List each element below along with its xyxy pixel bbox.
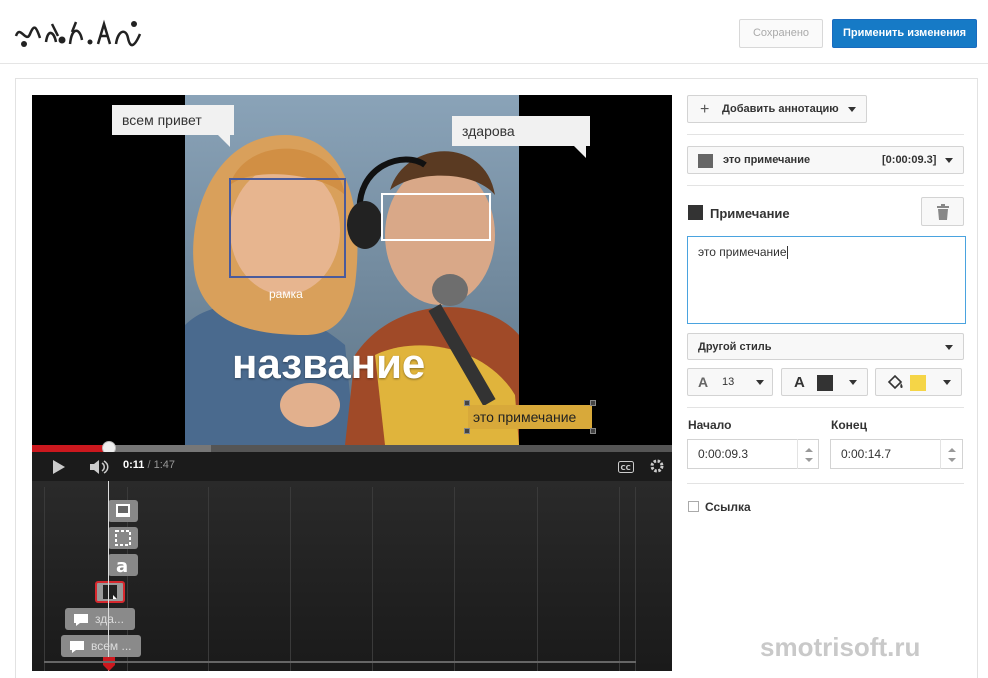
timeline-chip-label: всем ...: [91, 639, 132, 653]
style-select[interactable]: Другой стиль: [687, 333, 964, 360]
timeline-gridline: [635, 487, 636, 671]
note-annotation-icon[interactable]: [95, 581, 125, 603]
top-bar: Сохранено Применить изменения: [0, 0, 988, 64]
apply-changes-button[interactable]: Применить изменения: [832, 19, 977, 48]
timeline-gridline: [372, 487, 373, 671]
chevron-down-icon: [849, 380, 857, 385]
video-player[interactable]: всем привет здарова рамка название это п…: [32, 95, 672, 481]
gear-icon[interactable]: [649, 458, 665, 474]
annotation-select[interactable]: это примечание [0:00:09.3]: [687, 146, 964, 174]
progress-played: [32, 445, 109, 452]
trash-icon: [937, 204, 949, 220]
speech-bubble-icon: [74, 614, 88, 626]
font-size-icon: A: [698, 374, 709, 390]
timeline-gridline: [208, 487, 209, 671]
link-checkbox[interactable]: [688, 501, 699, 512]
end-time-label: Конец: [831, 418, 867, 432]
end-time-value: 0:00:14.7: [841, 447, 892, 461]
note-text-input[interactable]: это примечание: [687, 236, 966, 324]
add-annotation-button[interactable]: + Добавить аннотацию: [687, 95, 867, 123]
timeline-gridline: [619, 487, 620, 671]
svg-text:CC: CC: [621, 464, 631, 472]
start-time-value: 0:00:09.3: [698, 447, 749, 461]
chevron-down-icon: [945, 345, 953, 350]
svg-text:a: a: [116, 556, 128, 576]
time-display: 0:11 / 1:47: [123, 459, 175, 471]
selected-annotation-label: это примечание: [723, 154, 811, 166]
background-color-select[interactable]: [875, 368, 962, 396]
text-color-select[interactable]: A: [781, 368, 868, 396]
divider: [687, 483, 964, 484]
timeline-gridline: [454, 487, 455, 671]
chevron-down-icon: [848, 107, 856, 112]
font-size-select[interactable]: A 13: [687, 368, 773, 396]
volume-icon[interactable]: [90, 460, 110, 474]
selected-annotation-time: [0:00:09.3]: [882, 154, 937, 166]
text-cursor: [786, 246, 788, 260]
section-title: Примечание: [710, 206, 790, 221]
note-color-icon: [698, 154, 713, 168]
resize-handle[interactable]: [464, 428, 470, 434]
resize-handle[interactable]: [590, 400, 596, 406]
chevron-down-icon: [945, 158, 953, 163]
spotlight-annotation-icon[interactable]: [108, 500, 138, 522]
chevron-down-icon: [756, 380, 764, 385]
note-text-value: это примечание: [698, 245, 787, 259]
timeline-gridline: [44, 487, 45, 671]
start-time-stepper[interactable]: [797, 439, 819, 469]
text-color-swatch: [817, 375, 833, 391]
title-annotation-icon[interactable]: a: [108, 554, 138, 577]
frame-annotation-icon[interactable]: [108, 527, 138, 549]
start-time-label: Начало: [688, 418, 732, 432]
saved-button[interactable]: Сохранено: [739, 19, 823, 48]
playhead-marker-icon[interactable]: [103, 657, 115, 671]
frame-annotation-label: рамка: [269, 287, 303, 301]
watermark: smotrisoft.ru: [760, 632, 921, 662]
plus-icon: +: [700, 101, 710, 118]
duration: 1:47: [153, 459, 176, 471]
speech-annotation-chip[interactable]: зда...: [65, 608, 135, 630]
frame-annotation[interactable]: [229, 178, 346, 278]
text-color-icon: A: [794, 374, 805, 391]
note-annotation[interactable]: это примечание: [468, 405, 592, 429]
chevron-down-icon[interactable]: [948, 458, 956, 462]
divider: [687, 185, 964, 186]
note-type-icon: [688, 205, 703, 220]
timeline-playhead[interactable]: [108, 481, 109, 671]
chevron-down-icon: [943, 380, 951, 385]
speech-annotation-chip[interactable]: всем ...: [61, 635, 141, 657]
resize-handle[interactable]: [464, 400, 470, 406]
speech-bubble-icon: [70, 641, 84, 653]
captions-icon[interactable]: CC: [618, 461, 634, 473]
divider: [687, 134, 964, 135]
logo: [14, 19, 142, 47]
time-separator: /: [144, 459, 154, 471]
link-label: Ссылка: [705, 500, 751, 514]
progress-bar[interactable]: [32, 441, 672, 455]
player-controls: 0:11 / 1:47 CC: [32, 452, 672, 481]
title-annotation[interactable]: название: [232, 340, 425, 388]
annotation-timeline[interactable]: a зда... всем ...: [32, 481, 672, 671]
chevron-up-icon[interactable]: [948, 448, 956, 452]
speech-annotation-greeting[interactable]: здарова: [452, 116, 590, 158]
current-time: 0:11: [123, 459, 145, 471]
background-color-swatch: [910, 375, 926, 391]
speech-annotation-hello[interactable]: всем привет: [112, 105, 234, 147]
divider: [687, 407, 964, 408]
paint-bucket-icon: [887, 375, 903, 390]
resize-handle[interactable]: [590, 428, 596, 434]
timeline-gridline: [290, 487, 291, 671]
end-time-stepper[interactable]: [940, 439, 962, 469]
font-size-value: 13: [722, 376, 735, 388]
play-icon[interactable]: [52, 460, 66, 474]
timeline-chip-label: зда...: [95, 612, 124, 626]
delete-button[interactable]: [921, 197, 964, 226]
frame-annotation-selected[interactable]: [381, 193, 491, 241]
chevron-up-icon[interactable]: [805, 448, 813, 452]
add-annotation-label: Добавить аннотацию: [722, 103, 839, 115]
timeline-ruler: [44, 661, 636, 663]
timeline-gridline: [537, 487, 538, 671]
style-select-label: Другой стиль: [698, 341, 772, 353]
chevron-down-icon[interactable]: [805, 458, 813, 462]
